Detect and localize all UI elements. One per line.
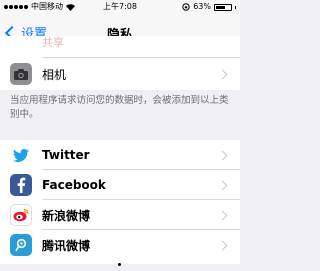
battery-nub xyxy=(235,5,236,9)
status-bar: 中国移动 上午7:08 63% xyxy=(0,0,240,14)
list-item-camera[interactable]: 相机 xyxy=(0,58,240,90)
list-item-sina-weibo[interactable]: 新浪微博 xyxy=(0,200,240,230)
list-item-twitter[interactable]: Twitter xyxy=(0,140,240,170)
rotation-lock-icon xyxy=(182,3,190,11)
list-item-label: Facebook xyxy=(42,178,106,192)
chevron-right-icon xyxy=(217,210,228,220)
status-right: 63% xyxy=(182,0,236,14)
facebook-icon xyxy=(10,174,32,196)
battery-percent: 63% xyxy=(193,2,211,11)
battery-level xyxy=(216,5,225,9)
chevron-right-icon xyxy=(217,69,228,79)
chevron-right-icon xyxy=(217,150,228,160)
share-icon xyxy=(10,39,32,55)
list-item-label: 共享 xyxy=(42,36,64,49)
chevron-right-icon xyxy=(217,180,228,190)
list-item-label: 腾讯微博 xyxy=(42,238,91,253)
social-accounts-group: Twitter Facebook 新浪微博 腾讯微博 xyxy=(0,140,240,264)
list-item-label: Twitter xyxy=(42,148,90,162)
list-item-clipped[interactable]: 共享 xyxy=(0,36,240,58)
camera-icon xyxy=(10,63,32,85)
twitter-icon xyxy=(10,144,32,166)
tencent-weibo-icon xyxy=(10,234,32,256)
list-item-label: 新浪微博 xyxy=(42,208,91,223)
list-item-tencent-weibo[interactable]: 腾讯微博 xyxy=(0,230,240,260)
list-item-facebook[interactable]: Facebook xyxy=(0,170,240,200)
section-footer-text: 当应用程序请求访问您的数据时，会被添加到以上类别中。 xyxy=(10,95,229,120)
chevron-right-icon xyxy=(217,240,228,250)
page-indicator-dot xyxy=(118,263,121,266)
sina-weibo-icon xyxy=(10,204,32,226)
list-item-label: 相机 xyxy=(42,67,67,82)
battery-icon xyxy=(214,3,232,11)
privacy-category-group: 共享 相机 xyxy=(0,36,240,90)
